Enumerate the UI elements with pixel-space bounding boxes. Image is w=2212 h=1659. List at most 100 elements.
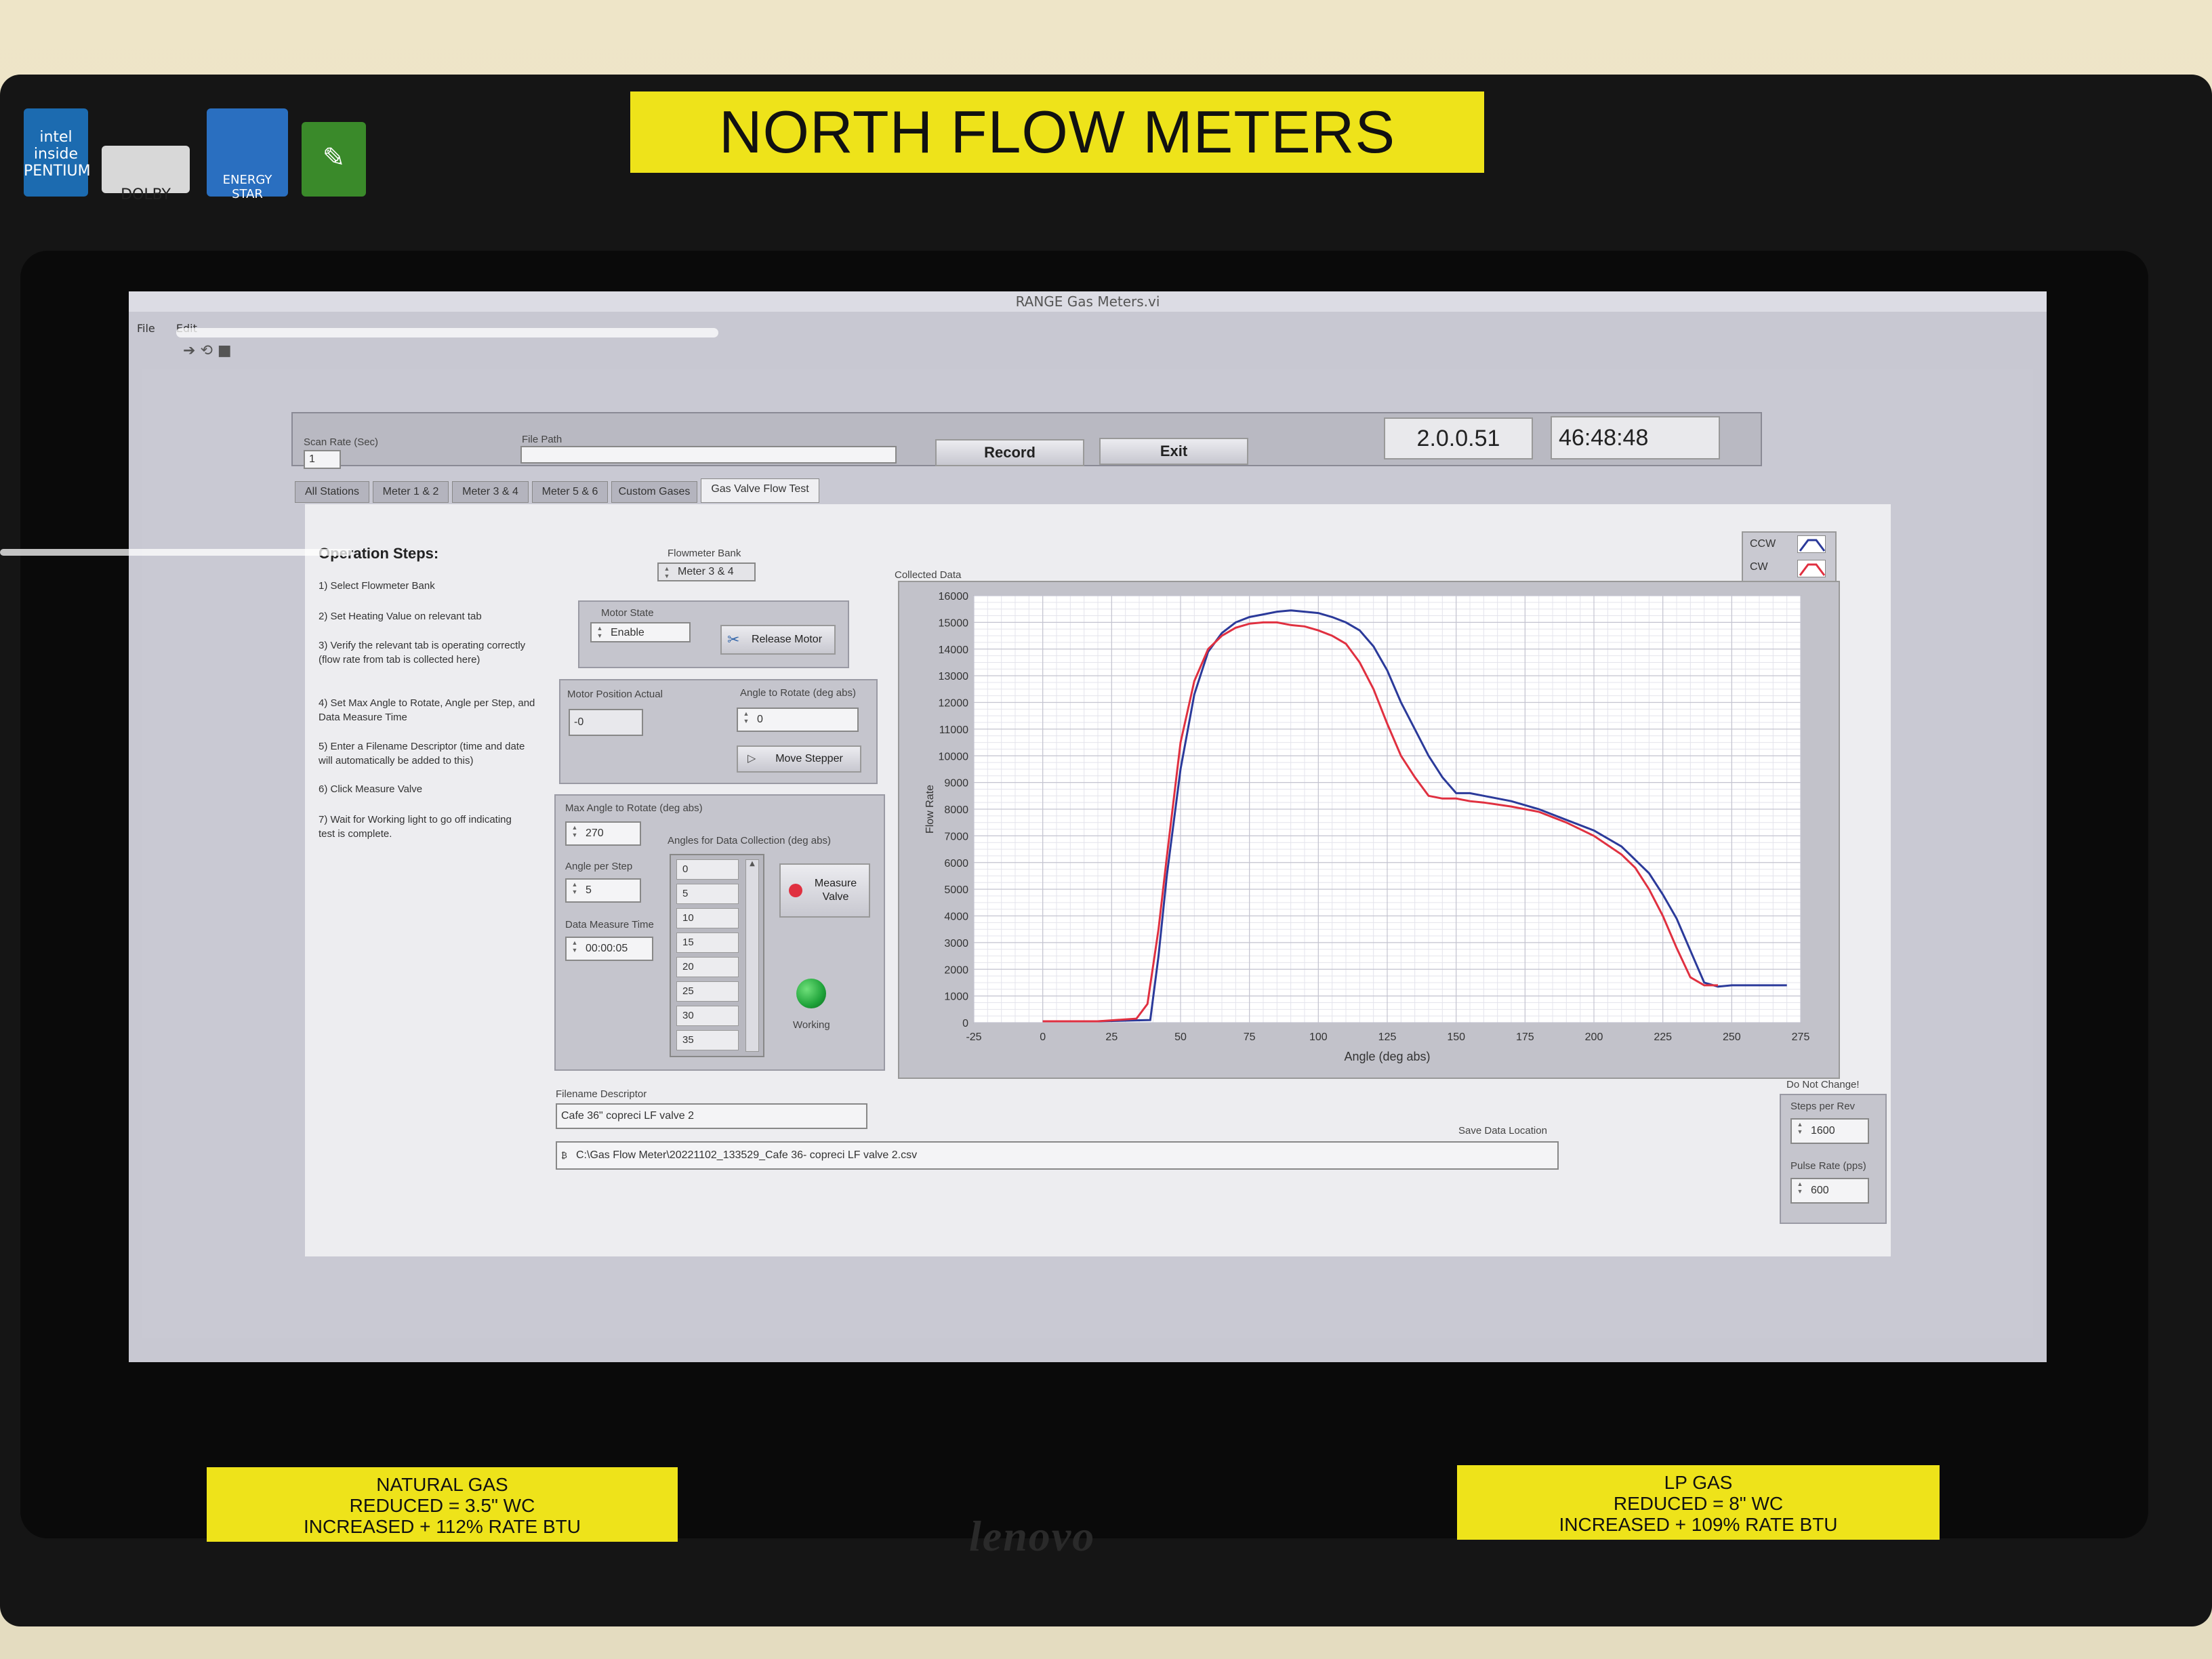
tab-all-stations[interactable]: All Stations: [295, 481, 369, 503]
max-angle-value: 270: [586, 827, 604, 839]
x-tick-label: 225: [1654, 1031, 1672, 1043]
exit-button[interactable]: Exit: [1099, 438, 1248, 465]
stop-icon[interactable]: ■: [218, 342, 232, 359]
max-angle-input[interactable]: ▲ ▼ 270: [565, 821, 641, 846]
intel-sticker: intel inside PENTIUM: [24, 108, 91, 197]
list-item[interactable]: 5: [676, 884, 739, 904]
angle-per-step-label: Angle per Step: [565, 861, 633, 872]
increment-spinner-icon[interactable]: ▲ ▼: [569, 824, 581, 840]
ring-spinner-icon[interactable]: ▲ ▼: [594, 625, 606, 641]
working-label: Working: [793, 1019, 830, 1031]
screen: RANGE Gas Meters.vi File Edit ➔ ⟲ ■ Scan…: [129, 291, 2047, 1362]
list-scrollbar[interactable]: ▲: [745, 859, 759, 1052]
ring-spinner-icon[interactable]: ▲ ▼: [661, 565, 673, 581]
list-item[interactable]: 20: [676, 957, 739, 977]
motor-state-label: Motor State: [601, 607, 654, 619]
motor-state-group: Motor State ▲ ▼ Enable ✂ Release Motor: [578, 600, 849, 668]
record-button[interactable]: Record: [935, 439, 1084, 466]
filename-descriptor-label: Filename Descriptor: [556, 1088, 647, 1100]
pulse-rate-input[interactable]: ▲ ▼ 600: [1790, 1178, 1869, 1204]
y-tick-label: 9000: [944, 778, 968, 790]
chart-svg: -25 0 25 50 75 100 125 150 175 200 225 250 275 0 1000 2…: [924, 591, 1809, 1063]
y-tick-label: 2000: [944, 964, 968, 976]
x-tick-label: 100: [1309, 1031, 1328, 1043]
y-tick-label: 11000: [939, 724, 968, 736]
gas-valve-panel: Operation Steps: 1) Select Flowmeter Ban…: [305, 504, 1891, 1256]
north-flow-meters-label: NORTH FLOW METERS: [630, 91, 1484, 173]
legend-ccw-swatch[interactable]: [1797, 535, 1826, 553]
chart-legend: CCW CW: [1742, 531, 1837, 584]
y-tick-label: 12000: [939, 698, 969, 710]
motor-position-label: Motor Position Actual: [567, 689, 663, 700]
list-item[interactable]: 35: [676, 1030, 739, 1050]
increment-spinner-icon[interactable]: ▲ ▼: [1794, 1121, 1806, 1137]
run-continuous-icon[interactable]: ⟲: [200, 342, 212, 359]
list-item[interactable]: 0: [676, 859, 739, 880]
data-measure-time-value: 00:00:05: [586, 943, 628, 954]
lp-gas-line-1: LP GAS: [1664, 1472, 1733, 1493]
increment-spinner-icon[interactable]: ▲ ▼: [1794, 1181, 1806, 1197]
list-item[interactable]: 30: [676, 1006, 739, 1026]
increment-spinner-icon[interactable]: ▲ ▼: [569, 939, 581, 956]
legend-ccw-label: CCW: [1750, 538, 1776, 550]
increment-spinner-icon[interactable]: ▲ ▼: [569, 881, 581, 897]
tab-meter-3-4[interactable]: Meter 3 & 4: [452, 481, 529, 503]
motor-position-group: Motor Position Actual -0 Angle to Rotate…: [559, 679, 878, 784]
tab-gas-valve-flow-test[interactable]: Gas Valve Flow Test: [701, 478, 819, 503]
y-tick-label: 8000: [944, 804, 968, 816]
step-5: 5) Enter a Filename Descriptor (time and…: [319, 741, 525, 766]
file-path-input[interactable]: [520, 446, 897, 464]
tab-meter-1-2[interactable]: Meter 1 & 2: [373, 481, 449, 503]
green-app-sticker: ✎: [302, 122, 366, 197]
chart-title: Collected Data: [895, 569, 962, 581]
natural-gas-line-1: NATURAL GAS: [376, 1474, 508, 1495]
list-item[interactable]: 25: [676, 981, 739, 1002]
y-tick-label: 1000: [944, 991, 968, 1003]
scan-rate-input[interactable]: 1: [304, 450, 341, 469]
angles-list: 0 5 10 15 20 25 30 35 ▲: [670, 854, 764, 1057]
angle-per-step-value: 5: [586, 884, 592, 896]
angle-per-step-input[interactable]: ▲ ▼ 5: [565, 878, 641, 903]
path-browse-icon[interactable]: ₿: [561, 1143, 567, 1168]
steps-per-rev-input[interactable]: ▲ ▼ 1600: [1790, 1118, 1869, 1144]
list-item[interactable]: 10: [676, 908, 739, 928]
lenovo-logo: lenovo: [969, 1512, 1096, 1560]
legend-cw-label: CW: [1750, 561, 1768, 573]
step-3: 3) Verify the relevant tab is operating …: [319, 640, 526, 665]
increment-spinner-icon[interactable]: ▲ ▼: [740, 710, 752, 726]
lp-gas-label: LP GAS REDUCED = 8" WC INCREASED + 109% …: [1457, 1465, 1940, 1540]
release-motor-button[interactable]: ✂ Release Motor: [720, 625, 836, 655]
flowmeter-bank-select[interactable]: ▲ ▼ Meter 3 & 4: [657, 562, 756, 581]
motor-state-select[interactable]: ▲ ▼ Enable: [590, 622, 691, 642]
timer-display: 46:48:48: [1551, 416, 1720, 459]
tab-meter-5-6[interactable]: Meter 5 & 6: [532, 481, 608, 503]
version-display: 2.0.0.51: [1384, 417, 1533, 459]
steps-per-rev-value: 1600: [1811, 1125, 1835, 1136]
y-tick-label: 16000: [939, 591, 969, 602]
angle-to-rotate-input[interactable]: ▲ ▼ 0: [737, 708, 859, 732]
move-stepper-button[interactable]: ▷ Move Stepper: [737, 745, 861, 773]
run-arrow-icon[interactable]: ➔: [183, 342, 195, 359]
x-tick-label: 50: [1174, 1031, 1187, 1043]
data-measure-time-input[interactable]: ▲ ▼ 00:00:05: [565, 937, 653, 961]
screen-glare: [0, 549, 352, 556]
step-6: 6) Click Measure Valve: [319, 783, 423, 795]
legend-cw-swatch[interactable]: [1797, 560, 1826, 577]
tab-custom-gases[interactable]: Custom Gases: [611, 481, 697, 503]
y-tick-label: 0: [962, 1018, 968, 1029]
filename-descriptor-input[interactable]: Cafe 36" copreci LF valve 2: [556, 1103, 867, 1129]
menu-file[interactable]: File: [137, 322, 155, 335]
window-title: RANGE Gas Meters.vi: [129, 291, 2047, 312]
flowmeter-bank-value: Meter 3 & 4: [678, 566, 734, 577]
y-tick-label: 13000: [939, 671, 969, 682]
screen-glare: [176, 328, 718, 337]
natural-gas-line-2: REDUCED = 3.5" WC: [349, 1495, 535, 1516]
y-tick-label: 3000: [944, 938, 968, 949]
list-item[interactable]: 15: [676, 933, 739, 953]
x-tick-label: 25: [1105, 1031, 1118, 1043]
wrench-icon: ✂: [727, 631, 740, 648]
flowmeter-bank-label: Flowmeter Bank: [668, 548, 741, 559]
y-tick-label: 4000: [944, 912, 968, 923]
measure-valve-button[interactable]: Measure Valve: [779, 863, 870, 918]
x-tick-label: 75: [1244, 1031, 1256, 1043]
